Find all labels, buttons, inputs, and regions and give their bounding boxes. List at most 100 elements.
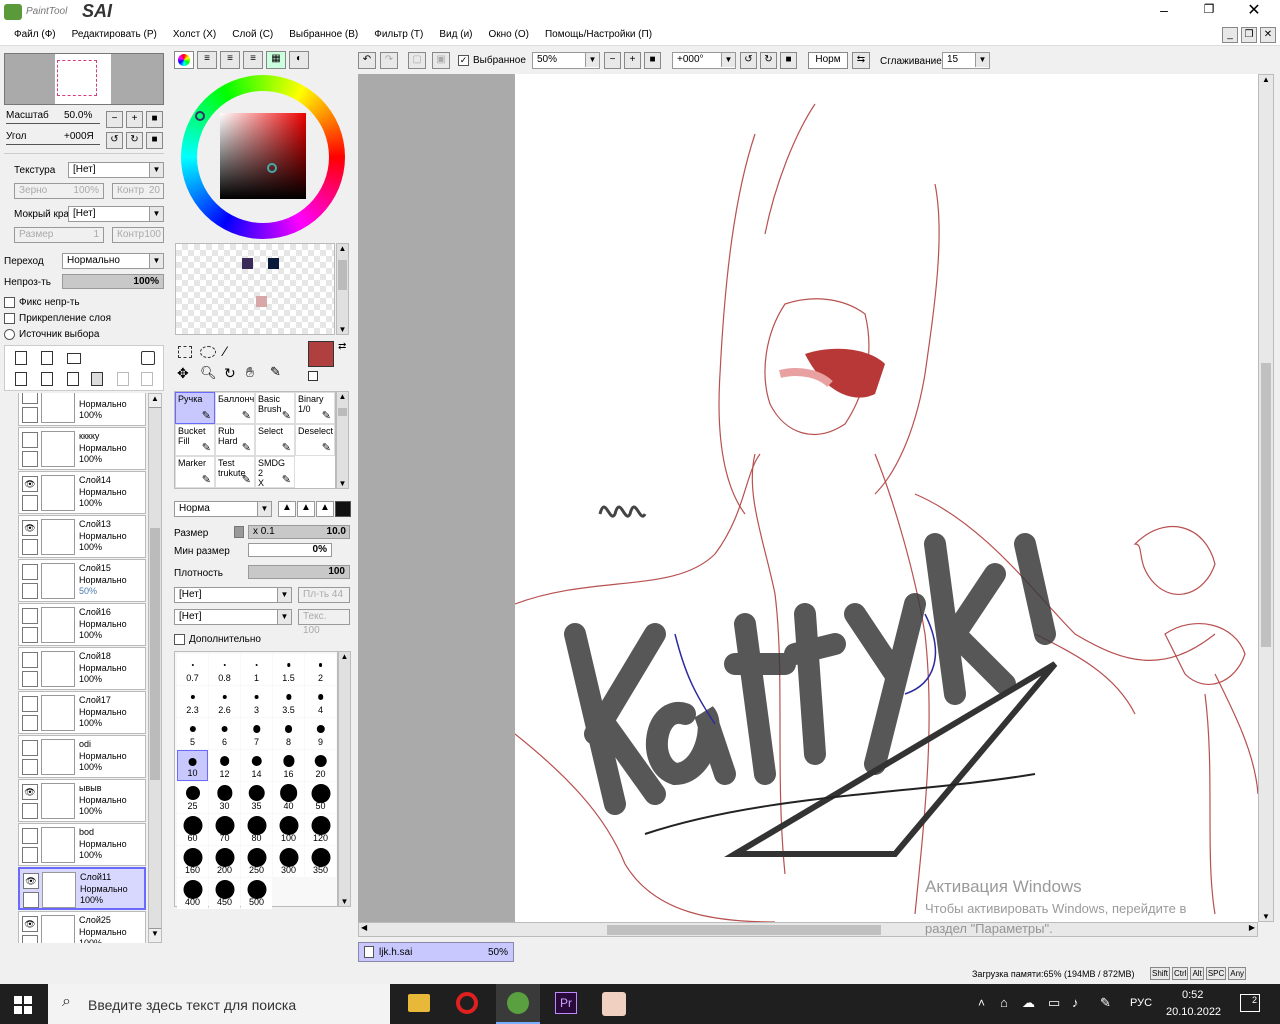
rotate-right-button[interactable]: ↻ bbox=[126, 132, 143, 149]
density-slider[interactable]: 100 bbox=[248, 565, 350, 579]
eye-hidden-icon[interactable] bbox=[22, 740, 38, 756]
clip-layer-option[interactable]: Прикрепление слоя bbox=[4, 313, 111, 324]
brush-tool[interactable]: Select ✎ bbox=[255, 424, 295, 456]
tray-chevron-icon[interactable]: ˄ bbox=[978, 996, 985, 1010]
lock-icon[interactable] bbox=[22, 671, 38, 687]
maximize-button[interactable]: ❐ bbox=[1195, 2, 1223, 20]
opacity-slider[interactable]: 100% bbox=[62, 274, 164, 289]
lock-icon[interactable] bbox=[22, 627, 38, 643]
navigator-preview[interactable] bbox=[4, 53, 164, 105]
brush-shape-soft-icon[interactable]: ▲ bbox=[297, 501, 315, 517]
eye-hidden-icon[interactable] bbox=[22, 696, 38, 712]
brush-size-cell[interactable]: 7 bbox=[241, 718, 272, 749]
panel-close-button[interactable]: ✕ bbox=[1260, 27, 1276, 43]
lock-icon[interactable] bbox=[22, 583, 38, 599]
zoom-select[interactable]: 50% ▼ bbox=[532, 52, 600, 69]
layer-row[interactable]: Слой17 Нормально 100% bbox=[18, 691, 146, 734]
eye-hidden-icon[interactable] bbox=[22, 828, 38, 844]
lock-icon[interactable] bbox=[22, 759, 38, 775]
color-wheel[interactable] bbox=[181, 75, 345, 239]
menu-item-7[interactable]: Окно (О) bbox=[481, 24, 537, 46]
brush-size-cell[interactable]: 2 bbox=[305, 654, 336, 685]
brush-size-cell[interactable]: 60 bbox=[177, 814, 208, 845]
brush-size-cell[interactable]: 200 bbox=[209, 846, 240, 877]
taskbar-search-box[interactable]: ⌕ Введите здесь текст для поиска bbox=[48, 984, 390, 1024]
layer-row[interactable]: 👁︎ Слой14 Нормально 100% bbox=[18, 471, 146, 514]
swatch-scrollbar[interactable]: ▲ ▼ bbox=[336, 243, 349, 335]
lock-icon[interactable] bbox=[22, 803, 38, 819]
scratchpad-tab-icon[interactable]: ◐ bbox=[289, 51, 309, 69]
brush-mode-select[interactable]: Норма ▼ bbox=[174, 501, 272, 517]
eye-icon[interactable]: 👁︎ bbox=[22, 520, 38, 536]
clear-layer-icon[interactable] bbox=[67, 372, 79, 386]
magic-wand-icon[interactable]: ⁄ bbox=[224, 343, 226, 359]
toolbar-rotate-reset-button[interactable]: ■ bbox=[780, 52, 797, 69]
lasso-select-icon[interactable] bbox=[200, 346, 216, 358]
flip-horizontal-button[interactable]: ⇆ bbox=[852, 52, 870, 69]
paintbrush-lock-icon[interactable] bbox=[23, 892, 39, 908]
brush-size-cell[interactable]: 3.5 bbox=[273, 686, 304, 717]
wet-size-field[interactable]: Размер 1 bbox=[14, 227, 104, 243]
brush-size-cell[interactable]: 400 bbox=[177, 878, 208, 909]
merge-down-icon[interactable] bbox=[41, 372, 53, 386]
eye-icon[interactable]: 👁︎ bbox=[22, 784, 38, 800]
redo-button[interactable]: ↷ bbox=[380, 52, 398, 69]
eye-hidden-icon[interactable] bbox=[22, 608, 38, 624]
brush-size-cell[interactable]: 1.5 bbox=[273, 654, 304, 685]
new-linework-layer-icon[interactable] bbox=[41, 351, 53, 365]
close-button[interactable]: ✕ bbox=[1240, 0, 1268, 20]
eyedropper-icon[interactable]: ✎ bbox=[270, 364, 281, 380]
zoom-reset-button[interactable]: ■ bbox=[146, 111, 163, 128]
size-grid-scrollbar[interactable]: ▲ ▼ bbox=[338, 651, 351, 907]
eye-icon[interactable]: 👁︎ bbox=[23, 873, 39, 889]
swatch-dark-purple[interactable] bbox=[242, 258, 253, 269]
brush-tool[interactable]: Basic Brush ✎ bbox=[255, 392, 295, 424]
brush-size-cell[interactable]: 6 bbox=[209, 718, 240, 749]
paint-tool-sai-taskbar-icon[interactable] bbox=[496, 984, 540, 1024]
size-slider[interactable]: x 0.1 10.0 bbox=[248, 525, 350, 539]
layer-row[interactable]: кккку Нормально 100% bbox=[18, 427, 146, 470]
saturation-value-square[interactable] bbox=[220, 113, 306, 199]
premiere-icon[interactable]: Pr bbox=[555, 992, 577, 1014]
menu-item-2[interactable]: Холст (Х) bbox=[165, 24, 224, 46]
eye-icon[interactable]: 👁︎ bbox=[22, 476, 38, 492]
toolbar-rotate-left-button[interactable]: ↺ bbox=[740, 52, 757, 69]
media-app-icon[interactable] bbox=[602, 992, 626, 1016]
duplicate-layer-icon[interactable] bbox=[117, 372, 129, 386]
tool-scrollbar[interactable]: ▲ ▼ bbox=[336, 391, 349, 489]
hand-tool-icon[interactable]: ✋︎ bbox=[246, 364, 254, 381]
clock-date[interactable]: 20.10.2022 bbox=[1166, 1006, 1221, 1018]
opera-icon[interactable] bbox=[456, 992, 478, 1014]
toolbar-rotate-right-button[interactable]: ↻ bbox=[760, 52, 777, 69]
wet-edge-select[interactable]: [Нет] ▼ bbox=[68, 206, 164, 222]
clock-time[interactable]: 0:52 bbox=[1182, 989, 1203, 1001]
fix-opacity-option[interactable]: Фикс непр-ть bbox=[4, 297, 80, 308]
canvas-vertical-scrollbar[interactable]: ▲ ▼ bbox=[1258, 74, 1274, 922]
brush-shape-strength[interactable]: Пл-ть 44 bbox=[298, 587, 350, 603]
lock-icon[interactable] bbox=[22, 935, 38, 943]
swatch-pink[interactable] bbox=[256, 296, 267, 307]
brush-tool[interactable]: Binary 1/0 ✎ bbox=[295, 392, 335, 424]
toolbar-zoom-reset-button[interactable]: ■ bbox=[644, 52, 661, 69]
document-tab[interactable]: ljk.h.sai 50% bbox=[358, 942, 514, 962]
transparent-color-icon[interactable] bbox=[308, 371, 318, 381]
zoom-in-button[interactable]: + bbox=[126, 111, 143, 128]
layer-row[interactable]: 👁︎ ывыв Нормально 100% bbox=[18, 779, 146, 822]
brush-size-cell[interactable]: 0.7 bbox=[177, 654, 208, 685]
zoom-tool-icon[interactable]: 🔍︎ bbox=[200, 365, 217, 381]
selection-visible-option[interactable]: ✓ Выбранное bbox=[458, 55, 526, 66]
brush-shape-select[interactable]: [Нет] ▼ bbox=[174, 587, 292, 603]
panel-restore-button[interactable]: ❐ bbox=[1241, 27, 1257, 43]
brush-size-cell[interactable]: 35 bbox=[241, 782, 272, 813]
menu-item-1[interactable]: Редактировать (Р) bbox=[64, 24, 165, 46]
lock-icon[interactable] bbox=[22, 451, 38, 467]
view-mode-button[interactable]: Норм bbox=[808, 52, 848, 69]
brush-size-cell[interactable]: 8 bbox=[273, 718, 304, 749]
brush-size-cell[interactable]: 3 bbox=[241, 686, 272, 717]
min-size-slider[interactable]: 0% bbox=[248, 543, 332, 557]
new-folder-icon[interactable] bbox=[67, 353, 81, 364]
new-layer-icon[interactable] bbox=[15, 351, 27, 365]
deselect-button[interactable]: ▢ bbox=[408, 52, 426, 69]
eye-hidden-icon[interactable] bbox=[22, 564, 38, 580]
smoothing-select[interactable]: 15 ▼ bbox=[942, 52, 990, 69]
